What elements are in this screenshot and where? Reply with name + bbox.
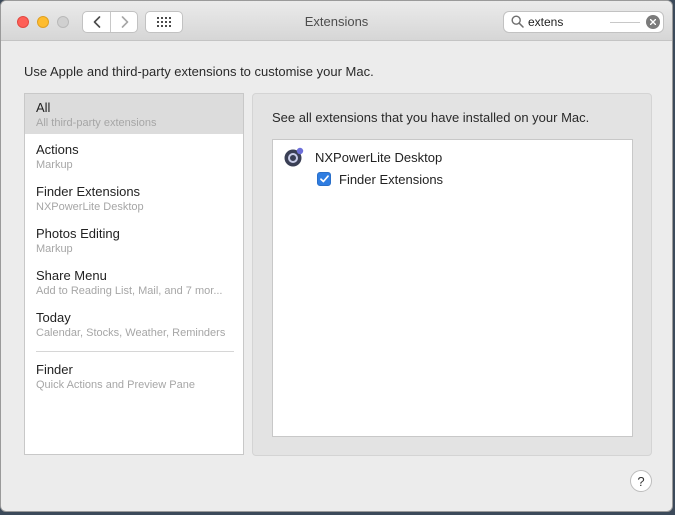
sidebar-item-subtitle: Calendar, Stocks, Weather, Reminders	[36, 327, 226, 339]
sidebar-item-subtitle: NXPowerLite Desktop	[36, 201, 144, 213]
sidebar-item-subtitle: Quick Actions and Preview Pane	[36, 379, 195, 391]
search-input[interactable]	[528, 14, 613, 30]
installed-extensions-list: NXPowerLite Desktop Finder Extensions	[272, 139, 633, 437]
extensions-detail-panel: See all extensions that you have install…	[252, 93, 652, 456]
panel-description: See all extensions that you have install…	[272, 110, 590, 125]
search-field[interactable]	[503, 11, 664, 33]
preferences-window: Extensions Use Apple and third-party ext…	[0, 0, 673, 512]
sidebar-item-actions[interactable]: Actions Markup	[25, 136, 243, 176]
finder-extensions-checkbox[interactable]	[317, 172, 331, 186]
sidebar-item-finder-extensions[interactable]: Finder Extensions NXPowerLite Desktop	[25, 178, 243, 218]
sidebar-item-title: Today	[36, 310, 71, 325]
search-icon	[511, 15, 524, 28]
sidebar-item-title: Actions	[36, 142, 79, 157]
intro-text: Use Apple and third-party extensions to …	[24, 64, 374, 79]
sidebar-item-title: All	[36, 100, 51, 115]
extension-category-list: All All third-party extensions Actions M…	[24, 93, 244, 455]
sidebar-item-title: Photos Editing	[36, 226, 120, 241]
checkbox-label[interactable]: Finder Extensions	[339, 172, 443, 187]
sidebar-item-today[interactable]: Today Calendar, Stocks, Weather, Reminde…	[25, 304, 243, 344]
sidebar-item-finder[interactable]: Finder Quick Actions and Preview Pane	[25, 356, 243, 396]
sidebar-item-title: Finder	[36, 362, 73, 377]
sidebar-item-subtitle: Add to Reading List, Mail, and 7 mor...	[36, 285, 223, 297]
sidebar-item-subtitle: All third-party extensions	[36, 117, 157, 129]
close-icon	[650, 19, 656, 25]
sidebar-item-subtitle: Markup	[36, 159, 73, 171]
sidebar-item-share-menu[interactable]: Share Menu Add to Reading List, Mail, an…	[25, 262, 243, 302]
sidebar-item-all[interactable]: All All third-party extensions	[25, 94, 243, 134]
checkmark-icon	[319, 175, 329, 183]
sidebar-divider	[36, 351, 234, 352]
nxpowerlite-app-icon	[284, 147, 304, 167]
app-name: NXPowerLite Desktop	[315, 150, 443, 165]
sidebar-item-subtitle: Markup	[36, 243, 73, 255]
sidebar-item-title: Share Menu	[36, 268, 107, 283]
help-button[interactable]: ?	[630, 470, 652, 492]
title-bar: Extensions	[1, 1, 672, 41]
clear-search-button[interactable]	[646, 15, 660, 29]
sidebar-item-title: Finder Extensions	[36, 184, 141, 199]
search-divider	[610, 22, 640, 23]
sidebar-item-photos-editing[interactable]: Photos Editing Markup	[25, 220, 243, 260]
